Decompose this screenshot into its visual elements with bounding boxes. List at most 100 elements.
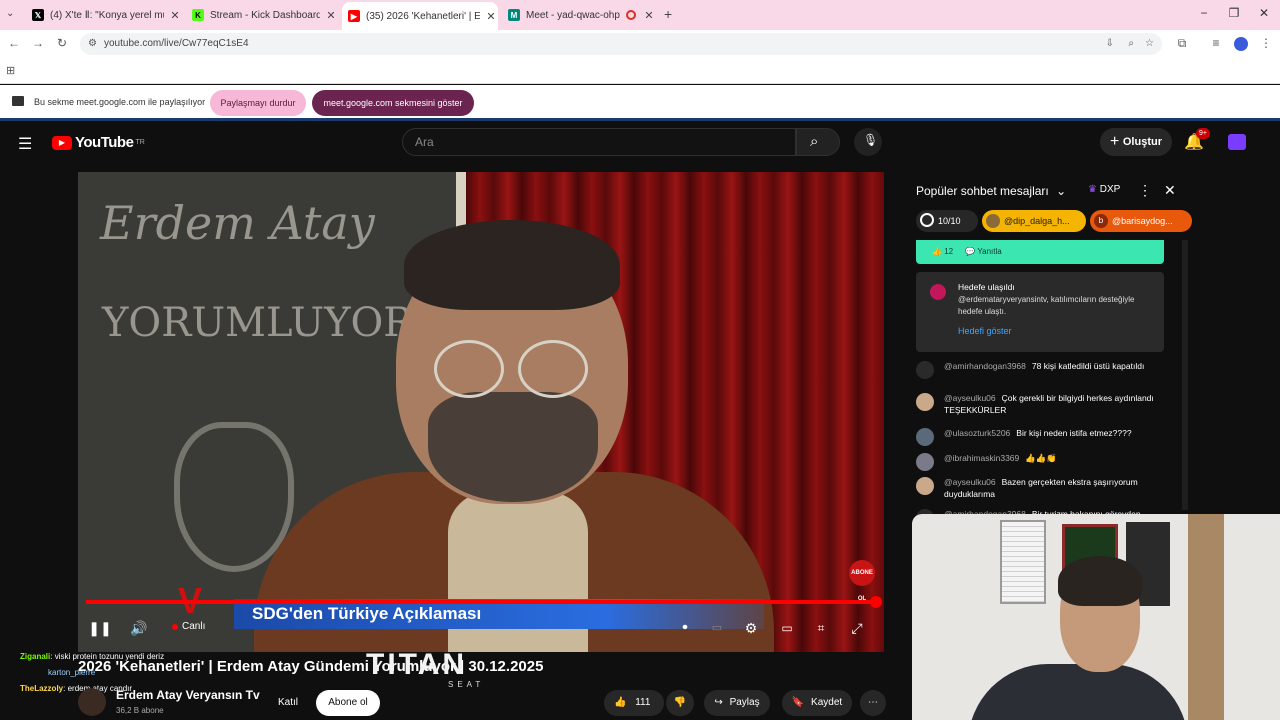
media-icon[interactable]: ≡	[1208, 36, 1224, 50]
save-button[interactable]: 🔖 Kaydet	[782, 690, 852, 716]
reply-icon: 💬	[965, 247, 976, 256]
account-avatar[interactable]	[1228, 134, 1246, 150]
tab-x[interactable]: 𝕏 (4) X'te Ⅱ: "Konya yerel muhabir ✕	[26, 4, 182, 26]
show-meet-tab-button[interactable]: meet.google.com sekmesini göster	[312, 90, 474, 116]
share-button[interactable]: ↪ Paylaş	[704, 690, 770, 716]
microphone-icon: 🎙	[863, 133, 879, 147]
thumbs-up-icon: 👍	[614, 697, 627, 708]
close-icon[interactable]: ✕	[484, 10, 498, 23]
live-indicator[interactable]: Canlı	[172, 621, 205, 632]
reload-icon[interactable]: ↻	[54, 36, 70, 50]
volume-icon[interactable]: 🔊	[126, 615, 152, 641]
chat-chip-user[interactable]: b @barisaydog...	[1090, 210, 1192, 232]
notifications-button[interactable]: 🔔 9+	[1184, 128, 1210, 152]
profile-avatar[interactable]	[1234, 37, 1248, 51]
new-tab-button[interactable]: +	[664, 6, 672, 22]
search-icon: ⌕	[810, 133, 819, 150]
user-initial-icon: b	[1094, 214, 1108, 228]
chat-menu-icon[interactable]: ⋮	[1138, 182, 1152, 199]
subscribe-badge: ABONE OL	[849, 560, 875, 602]
share-arrow-icon: ↪	[714, 697, 723, 708]
screen-share-icon	[12, 96, 24, 106]
like-button[interactable]: 👍 111	[604, 690, 664, 716]
webcam-overlay	[912, 514, 1280, 720]
subscriber-count: 36,2 B abone	[116, 706, 164, 715]
live-dot	[172, 623, 178, 630]
glasses-left	[434, 340, 504, 398]
notification-badge: 9+	[1196, 128, 1210, 139]
chat-mode-dropdown[interactable]: Popüler sohbet mesajları ⌄	[916, 184, 1066, 198]
close-icon[interactable]: ✕	[642, 9, 656, 22]
presenter-hair	[404, 220, 620, 310]
hamburger-menu-icon[interactable]: ☰	[18, 134, 32, 154]
show-goal-link[interactable]: Hedefi göster	[958, 326, 1012, 336]
channel-name[interactable]: Erdem Atay Veryansın Tv	[116, 688, 260, 702]
subtitles-icon[interactable]: ▭	[704, 615, 730, 641]
sharing-message: Bu sekme meet.google.com ile paylaşılıyo…	[34, 97, 206, 107]
tab-youtube[interactable]: ▶ (35) 2026 'Kehanetleri' | Erde ✕	[342, 2, 498, 30]
bookmarks-bar: ⊞	[0, 58, 1280, 84]
create-button[interactable]: + Oluştur	[1100, 128, 1172, 156]
chat-close-icon[interactable]: ✕	[1164, 182, 1176, 199]
voice-search-button[interactable]: 🎙	[854, 128, 882, 156]
youtube-logo[interactable]: ▶ YouTube TR	[52, 134, 145, 151]
progress-bar[interactable]	[86, 596, 882, 608]
zoom-icon[interactable]: ⌕	[1128, 33, 1134, 55]
browser-tab-strip: ⌄ 𝕏 (4) X'te Ⅱ: "Konya yerel muhabir ✕ K…	[0, 0, 1280, 30]
plus-icon: +	[1110, 133, 1120, 150]
youtube-page: ☰ ▶ YouTube TR Ara ⌕ 🎙 + Oluştur 🔔 9+ Er…	[0, 124, 1280, 720]
recording-icon	[626, 10, 636, 20]
pinned-message-card: 👍 12 💬 Yanıtla	[916, 240, 1164, 264]
dislike-button[interactable]: 👎	[666, 690, 694, 716]
close-icon[interactable]: ✕	[168, 9, 182, 22]
theater-mode-icon[interactable]: ▭	[774, 615, 800, 641]
tab-kick[interactable]: K Stream - Kick Dashboard ✕	[186, 4, 338, 26]
video-player[interactable]: Erdem Atay YORUMLUYOR V SDG'den Türkiye …	[78, 172, 884, 652]
more-actions-button[interactable]: ⋯	[860, 690, 886, 716]
dxp-badge[interactable]: ♛ DXP	[1088, 184, 1120, 195]
minimize-icon[interactable]: −	[1194, 6, 1214, 20]
join-button[interactable]: Katıl	[268, 690, 308, 716]
fullscreen-icon[interactable]: ⤢	[844, 615, 870, 641]
crown-icon: ♛	[1088, 184, 1097, 195]
forward-icon[interactable]: →	[30, 36, 46, 50]
cast-icon[interactable]: ⌗	[808, 615, 834, 641]
stop-sharing-button[interactable]: Paylaşmayı durdur	[210, 90, 306, 116]
chat-avatar	[916, 361, 934, 379]
close-icon[interactable]: ✕	[324, 9, 338, 22]
chat-scrollbar[interactable]	[1182, 240, 1188, 510]
streamer-body	[968, 664, 1188, 720]
chat-avatar	[916, 393, 934, 411]
site-info-icon[interactable]: ⚙	[88, 33, 97, 55]
search-button[interactable]: ⌕	[796, 128, 840, 156]
x-icon: 𝕏	[32, 9, 44, 21]
door-frame	[1188, 514, 1224, 720]
maximize-icon[interactable]: ❐	[1224, 6, 1244, 20]
kick-icon: K	[192, 9, 204, 21]
pause-icon[interactable]: ❚❚	[87, 615, 113, 641]
search-input[interactable]: Ara	[402, 128, 796, 156]
chat-avatar	[916, 453, 934, 471]
menu-icon[interactable]: ⋮	[1258, 36, 1274, 50]
install-icon[interactable]: ⇩	[1106, 33, 1114, 55]
chat-message: @amirhandogan3968 78 kişi katledildi üstü…	[916, 360, 1166, 379]
chat-chip-user[interactable]: @dip_dalga_h...	[982, 210, 1086, 232]
bookmark-icon: 🔖	[791, 697, 805, 708]
reply-button[interactable]: 💬 Yanıtla	[965, 247, 1001, 256]
subscribe-button[interactable]: Abone ol	[316, 690, 380, 716]
tab-meet[interactable]: M Meet - yad-qwac-ohp ✕	[502, 4, 656, 26]
chat-chip-score[interactable]: 10/10	[916, 210, 978, 232]
window-close-icon[interactable]: ✕	[1254, 6, 1274, 20]
back-icon[interactable]: ←	[6, 36, 22, 50]
extensions-icon[interactable]: ⧉	[1174, 36, 1190, 51]
settings-gear-icon[interactable]: ⚙	[738, 615, 764, 641]
bookmark-star-icon[interactable]: ☆	[1145, 33, 1154, 55]
tab-search-icon[interactable]: ⌄	[6, 8, 14, 19]
address-bar[interactable]: ⚙ youtube.com/live/Cw77eqC1sE4 ⇩ ⌕ ☆	[80, 33, 1162, 55]
tab-sharing-bar: Bu sekme meet.google.com ile paylaşılıyo…	[0, 85, 1280, 121]
channel-avatar[interactable]	[78, 688, 106, 716]
titan-watermark-sub: SEAT	[448, 680, 485, 689]
apps-grid-icon[interactable]: ⊞	[6, 64, 15, 77]
progress-scrubber[interactable]	[870, 596, 882, 608]
autoplay-toggle[interactable]: ⏺	[672, 615, 698, 641]
